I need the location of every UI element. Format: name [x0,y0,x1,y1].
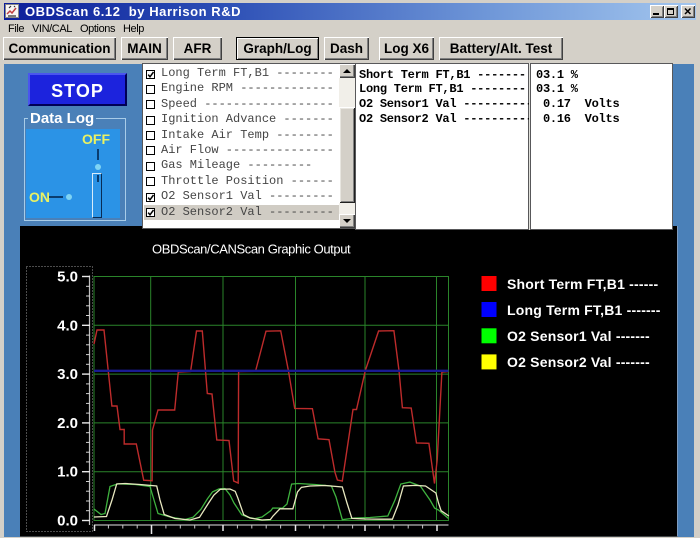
svg-text:Short Term FT,B1 ------: Short Term FT,B1 ------ [507,276,658,292]
svg-text:O2 Sensor1 Val -------: O2 Sensor1 Val ------- [507,328,650,344]
svg-text:O2 Sensor2 Val -------: O2 Sensor2 Val ------- [507,354,650,370]
svg-text:1.0: 1.0 [57,464,78,481]
svg-text:3.0: 3.0 [57,366,78,383]
svg-text:Long Term FT,B1 -------: Long Term FT,B1 ------- [507,302,661,318]
svg-text:5.0: 5.0 [57,269,78,286]
svg-text:0.0: 0.0 [57,513,78,530]
svg-text:2.0: 2.0 [57,415,78,432]
svg-text:OBDScan/CANScan Graphic Output: OBDScan/CANScan Graphic Output [152,242,351,257]
svg-text:4.0: 4.0 [57,317,78,334]
